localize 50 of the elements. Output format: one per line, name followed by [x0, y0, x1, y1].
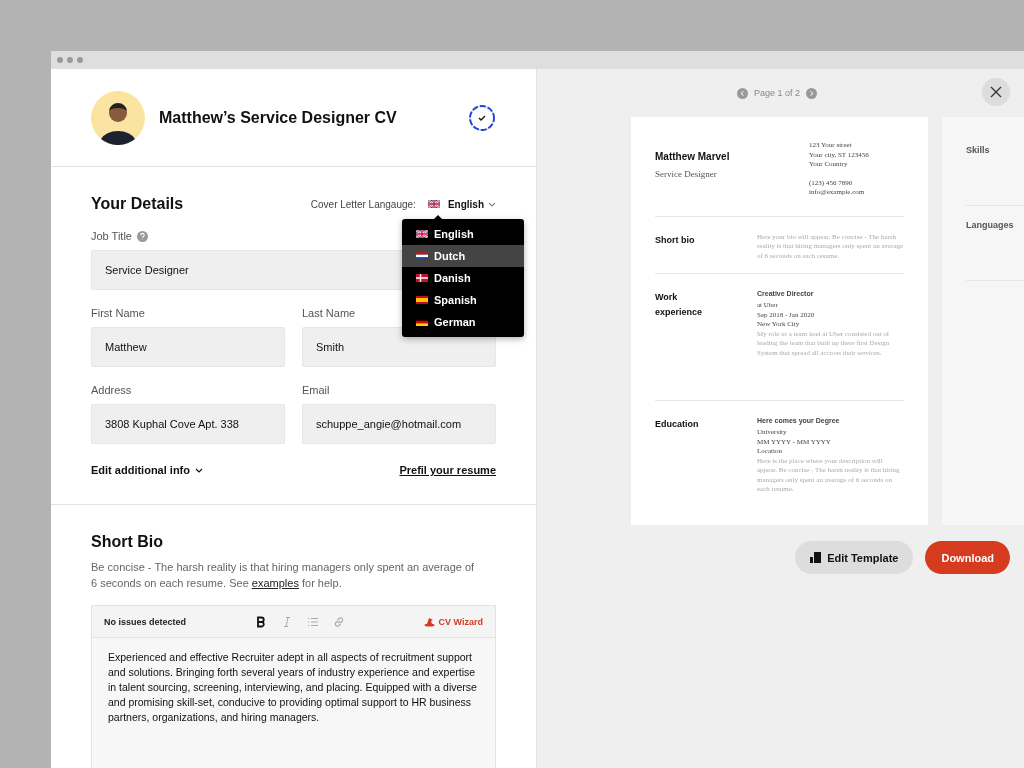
field-label: Last Name: [302, 307, 356, 319]
bio-editor[interactable]: [91, 605, 496, 768]
field-label: Email: [302, 384, 330, 396]
italic-icon: [281, 615, 293, 628]
resume-section-title: Education: [655, 418, 700, 432]
field-label: First Name: [91, 307, 145, 319]
chevron-down-icon: [195, 467, 203, 473]
wizard-hat-icon: [423, 616, 435, 627]
resume-name: Matthew Marvel: [655, 151, 731, 162]
additional-info-toggle[interactable]: Edit additional info: [91, 464, 203, 476]
avatar: [91, 90, 145, 145]
help-icon[interactable]: [136, 230, 148, 242]
status-text: No issues detected: [104, 616, 188, 627]
close-icon: [990, 86, 1002, 98]
section-heading: Short Bio: [91, 533, 164, 551]
resume-role: Service Designer: [655, 169, 718, 179]
section-heading: Your Details: [91, 195, 184, 213]
chevron-left-icon: [740, 90, 745, 96]
previous-page-button[interactable]: [737, 87, 748, 99]
language-select[interactable]: Cover Letter Langauge: English: [310, 198, 496, 210]
resume-section-title: Languages: [966, 220, 1024, 281]
language-option[interactable]: Dutch: [402, 245, 524, 267]
field-label: Address: [91, 384, 132, 396]
download-button[interactable]: Download: [925, 541, 1010, 574]
next-page-button[interactable]: [806, 87, 818, 99]
link-icon: [333, 615, 345, 628]
prefill-link[interactable]: Prefil your resume: [399, 464, 496, 476]
progress-ring-icon: [468, 103, 496, 132]
template-icon: [810, 552, 822, 563]
page-indicator: Page 1 of 2: [754, 88, 801, 98]
language-option[interactable]: English: [402, 223, 524, 245]
resume-section-title: Short bio: [655, 233, 696, 247]
chevron-right-icon: [809, 90, 815, 96]
input-field[interactable]: schuppe_angie@hotmail.com: [302, 404, 496, 444]
input-field[interactable]: 3808 Kuphal Cove Apt. 338: [91, 404, 285, 444]
field-label: Job Title: [91, 230, 132, 242]
resume-section-title: Work experience: [655, 291, 704, 320]
chevron-down-icon: [488, 201, 496, 207]
resume-section-title: Skills: [966, 145, 1024, 206]
edit-template-button[interactable]: Edit Template: [795, 541, 914, 574]
cv-title: Matthew’s Service Designer CV: [159, 108, 398, 127]
language-option[interactable]: Spanish: [402, 289, 524, 311]
examples-link[interactable]: examples: [251, 577, 299, 589]
cv-wizard-button[interactable]: CV Wizard: [423, 616, 483, 627]
hint-text: Be concise - The harsh reality is that hiring managers only spent an average of 6 seconds on each resume. See examples for help.: [91, 560, 476, 591]
bold-icon: [255, 615, 267, 628]
bio-text: Experienced and effective Recruiter adept in all aspects of recruitment support and solutions. Bringing forth several years of industry experience and expertise in talent sourcing, screening, interviewing, and placing. Equipped with a diverse and promising skill-set, conducive to providing optimal support to HR business partners, organizations, and hiring managers.: [107, 650, 478, 725]
input-field[interactable]: Matthew: [91, 327, 285, 367]
close-button[interactable]: [982, 78, 1010, 106]
list-icon: [307, 615, 319, 628]
